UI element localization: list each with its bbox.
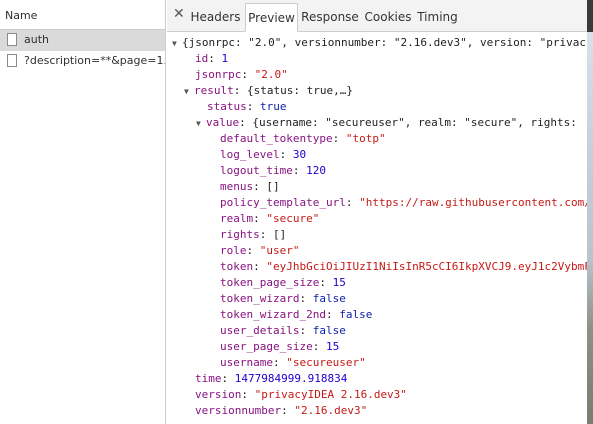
json-row-rights: rights: [] (220, 228, 287, 241)
request-item-description[interactable]: ?description=**&page=1... (0, 51, 165, 72)
json-row-time: time: 1477984999.918834 (195, 372, 348, 385)
name-column-header[interactable]: Name (0, 0, 165, 30)
request-item-label: ?description=**&page=1... (24, 54, 165, 67)
json-row-logout-time: logout_time: 120 (220, 164, 326, 177)
json-row-menus: menus: [] (220, 180, 280, 193)
json-preview: ▼ {jsonrpc: "2.0", versionnumber: "2.16.d… (167, 32, 587, 424)
json-row-value[interactable]: ▼ value: {username: "secureuser", realm: … (196, 115, 577, 132)
root-object-row[interactable]: ▼ {jsonrpc: "2.0", versionnumber: "2.16.d… (172, 35, 586, 52)
details-panel: ✕ Headers Preview Response Cookies Timin… (167, 0, 587, 424)
file-icon (7, 33, 17, 46)
tab-headers[interactable]: Headers (188, 3, 243, 32)
json-row-id: id: 1 (195, 52, 229, 65)
json-row-policy-template-url: policy_template_url: "https://raw.github… (220, 196, 587, 209)
json-row-realm: realm: "secure" (220, 212, 320, 225)
request-item-label: auth (24, 33, 49, 46)
json-row-role: role: "user" (220, 244, 300, 257)
tab-cookies[interactable]: Cookies (363, 3, 413, 32)
close-icon[interactable]: ✕ (173, 6, 185, 22)
request-list-panel: Name auth ?description=**&page=1... (0, 0, 166, 424)
json-row-log-level: log_level: 30 (220, 148, 307, 161)
file-icon (7, 54, 17, 67)
triangle-down-icon[interactable]: ▼ (172, 36, 182, 52)
json-row-user-details: user_details: false (220, 324, 346, 337)
tab-response[interactable]: Response (300, 3, 360, 32)
triangle-down-icon[interactable]: ▼ (196, 116, 206, 132)
details-tabbar: ✕ Headers Preview Response Cookies Timin… (167, 0, 587, 32)
json-row-default-tokentype: default_tokentype: "totp" (220, 132, 386, 145)
json-row-token: token: "eyJhbGciOiJIUzI1NiIsInR5cCI6IkpX… (220, 260, 587, 273)
request-item-auth[interactable]: auth (0, 30, 165, 51)
triangle-down-icon[interactable]: ▼ (184, 84, 194, 100)
json-row-token-wizard: token_wizard: false (220, 292, 346, 305)
json-row-jsonrpc: jsonrpc: "2.0" (195, 68, 288, 81)
tab-preview[interactable]: Preview (245, 3, 298, 32)
root-summary: {jsonrpc: "2.0", versionnumber: "2.16.de… (182, 36, 586, 49)
json-row-status: status: true (207, 100, 287, 113)
json-row-user-page-size: user_page_size: 15 (220, 340, 340, 353)
json-row-username: username: "secureuser" (220, 356, 366, 369)
json-row-result[interactable]: ▼ result: {status: true,…} (184, 83, 353, 100)
json-row-versionnumber: versionnumber: "2.16.dev3" (195, 404, 368, 417)
json-row-version: version: "privacyIDEA 2.16.dev3" (195, 388, 407, 401)
tab-timing[interactable]: Timing (417, 3, 458, 32)
background-strip (587, 0, 593, 424)
json-row-token-wizard-2nd: token_wizard_2nd: false (220, 308, 373, 321)
json-row-token-page-size: token_page_size: 15 (220, 276, 346, 289)
